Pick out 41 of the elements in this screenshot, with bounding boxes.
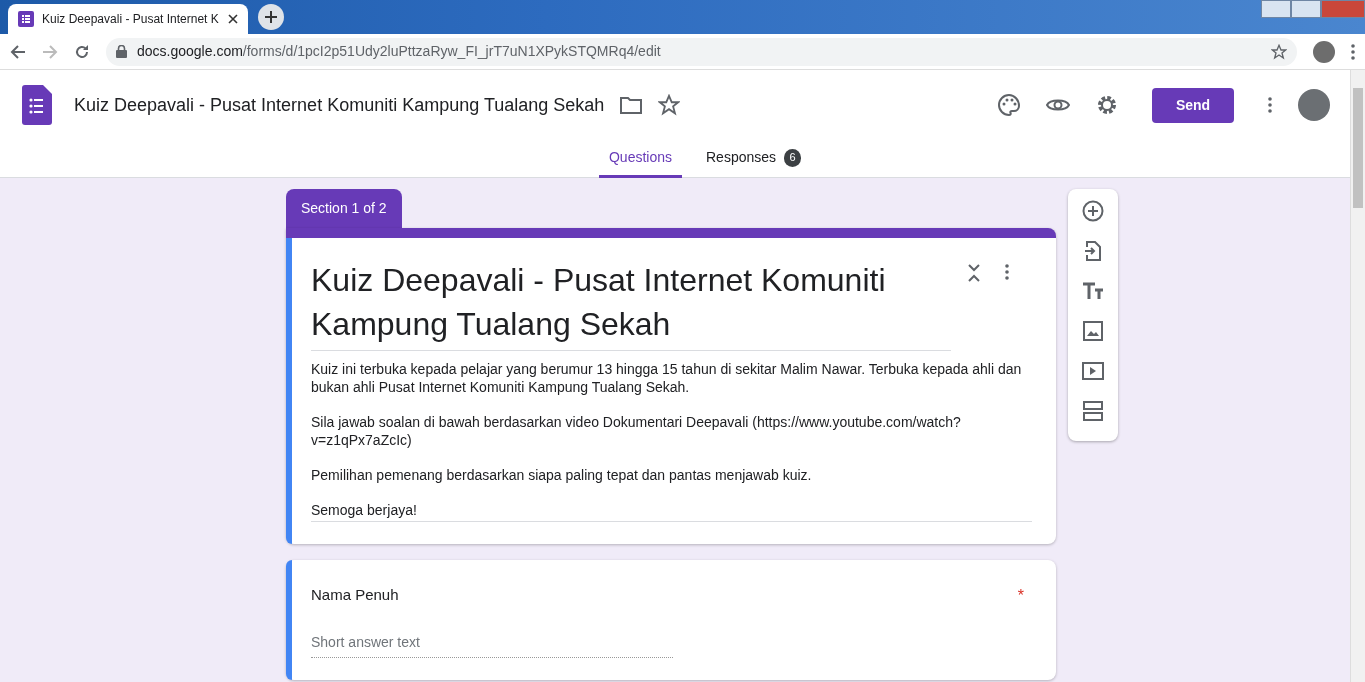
close-icon[interactable]	[228, 14, 238, 24]
form-tab[interactable]: Responses 6	[696, 140, 812, 178]
browser-tab[interactable]: Kuiz Deepavali - Pusat Internet K	[8, 4, 248, 34]
collapse-icon[interactable]	[967, 264, 981, 282]
forms-icon	[18, 11, 34, 27]
menu-icon[interactable]	[1351, 43, 1355, 60]
scrollbar[interactable]	[1350, 70, 1365, 682]
new-tab-button[interactable]	[258, 4, 284, 30]
reload-icon[interactable]	[74, 43, 90, 60]
account-avatar[interactable]	[1298, 89, 1330, 121]
response-count-badge: 6	[784, 148, 802, 167]
description-paragraph: Pemilihan pemenang berdasarkan siapa paling tepat dan pantas menjawab kuiz.	[311, 466, 813, 484]
maximize-button[interactable]	[1291, 0, 1321, 18]
star-icon[interactable]	[658, 94, 681, 116]
question-title[interactable]: Nama Penuh	[311, 584, 399, 608]
section-title[interactable]: Kuiz Deepavali - Pusat Internet Komuniti Kampung Tualang Sekah	[311, 258, 951, 351]
folder-icon[interactable]	[620, 96, 643, 114]
profile-avatar[interactable]	[1313, 40, 1335, 63]
address-bar[interactable]: docs.google.com/forms/d/1pcI2p51Udy2luPttzaRyw_FI_jrT7uN1XPykSTQMRq4/edit	[106, 37, 1297, 66]
back-arrow-icon[interactable]	[10, 43, 26, 60]
preview-eye-icon[interactable]	[1046, 97, 1070, 113]
minimize-button[interactable]	[1261, 0, 1291, 18]
form-title[interactable]: Kuiz Deepavali - Pusat Internet Komuniti Kampung Tualang Sekah	[74, 91, 605, 119]
settings-icon[interactable]	[1096, 94, 1118, 116]
palette-icon[interactable]	[998, 94, 1020, 116]
lock-icon	[116, 45, 127, 58]
description-paragraph: Semoga berjaya!	[311, 501, 418, 519]
short-answer-field[interactable]: Short answer text	[311, 628, 673, 658]
description-paragraph: Kuiz ini terbuka kepada pelajar yang berumur 13 hingga 15 tahun di sekitar Malim Nawar. Terbuka kepada ahli dan bukan ahli Pusat Internet Komuniti Kampung Tualang Sekah.	[311, 360, 1023, 396]
plus-icon	[265, 11, 277, 23]
required-asterisk: *	[1017, 586, 1024, 606]
description-paragraph: Sila jawab soalan di bawah berdasarkan video Dokumentari Deepavali (https://www.youtube.com/watch?v=z1qPx7aZcIc)	[311, 413, 962, 449]
more-options-icon[interactable]	[1268, 97, 1272, 113]
send-button[interactable]: Send	[1152, 87, 1234, 123]
forms-logo-icon[interactable]	[22, 85, 52, 125]
question-card[interactable]: Nama Penuh * Short answer text	[286, 560, 1056, 680]
form-tab[interactable]: Questions	[598, 140, 682, 178]
tab-title: Kuiz Deepavali - Pusat Internet K	[42, 11, 220, 28]
star-icon[interactable]	[1271, 43, 1287, 60]
more-options-icon[interactable]	[1005, 264, 1009, 280]
url-text: docs.google.com/forms/d/1pcI2p51Udy2luPttzaRyw_FI_jrT7uN1XPykSTQMRq4/edit	[137, 42, 661, 61]
